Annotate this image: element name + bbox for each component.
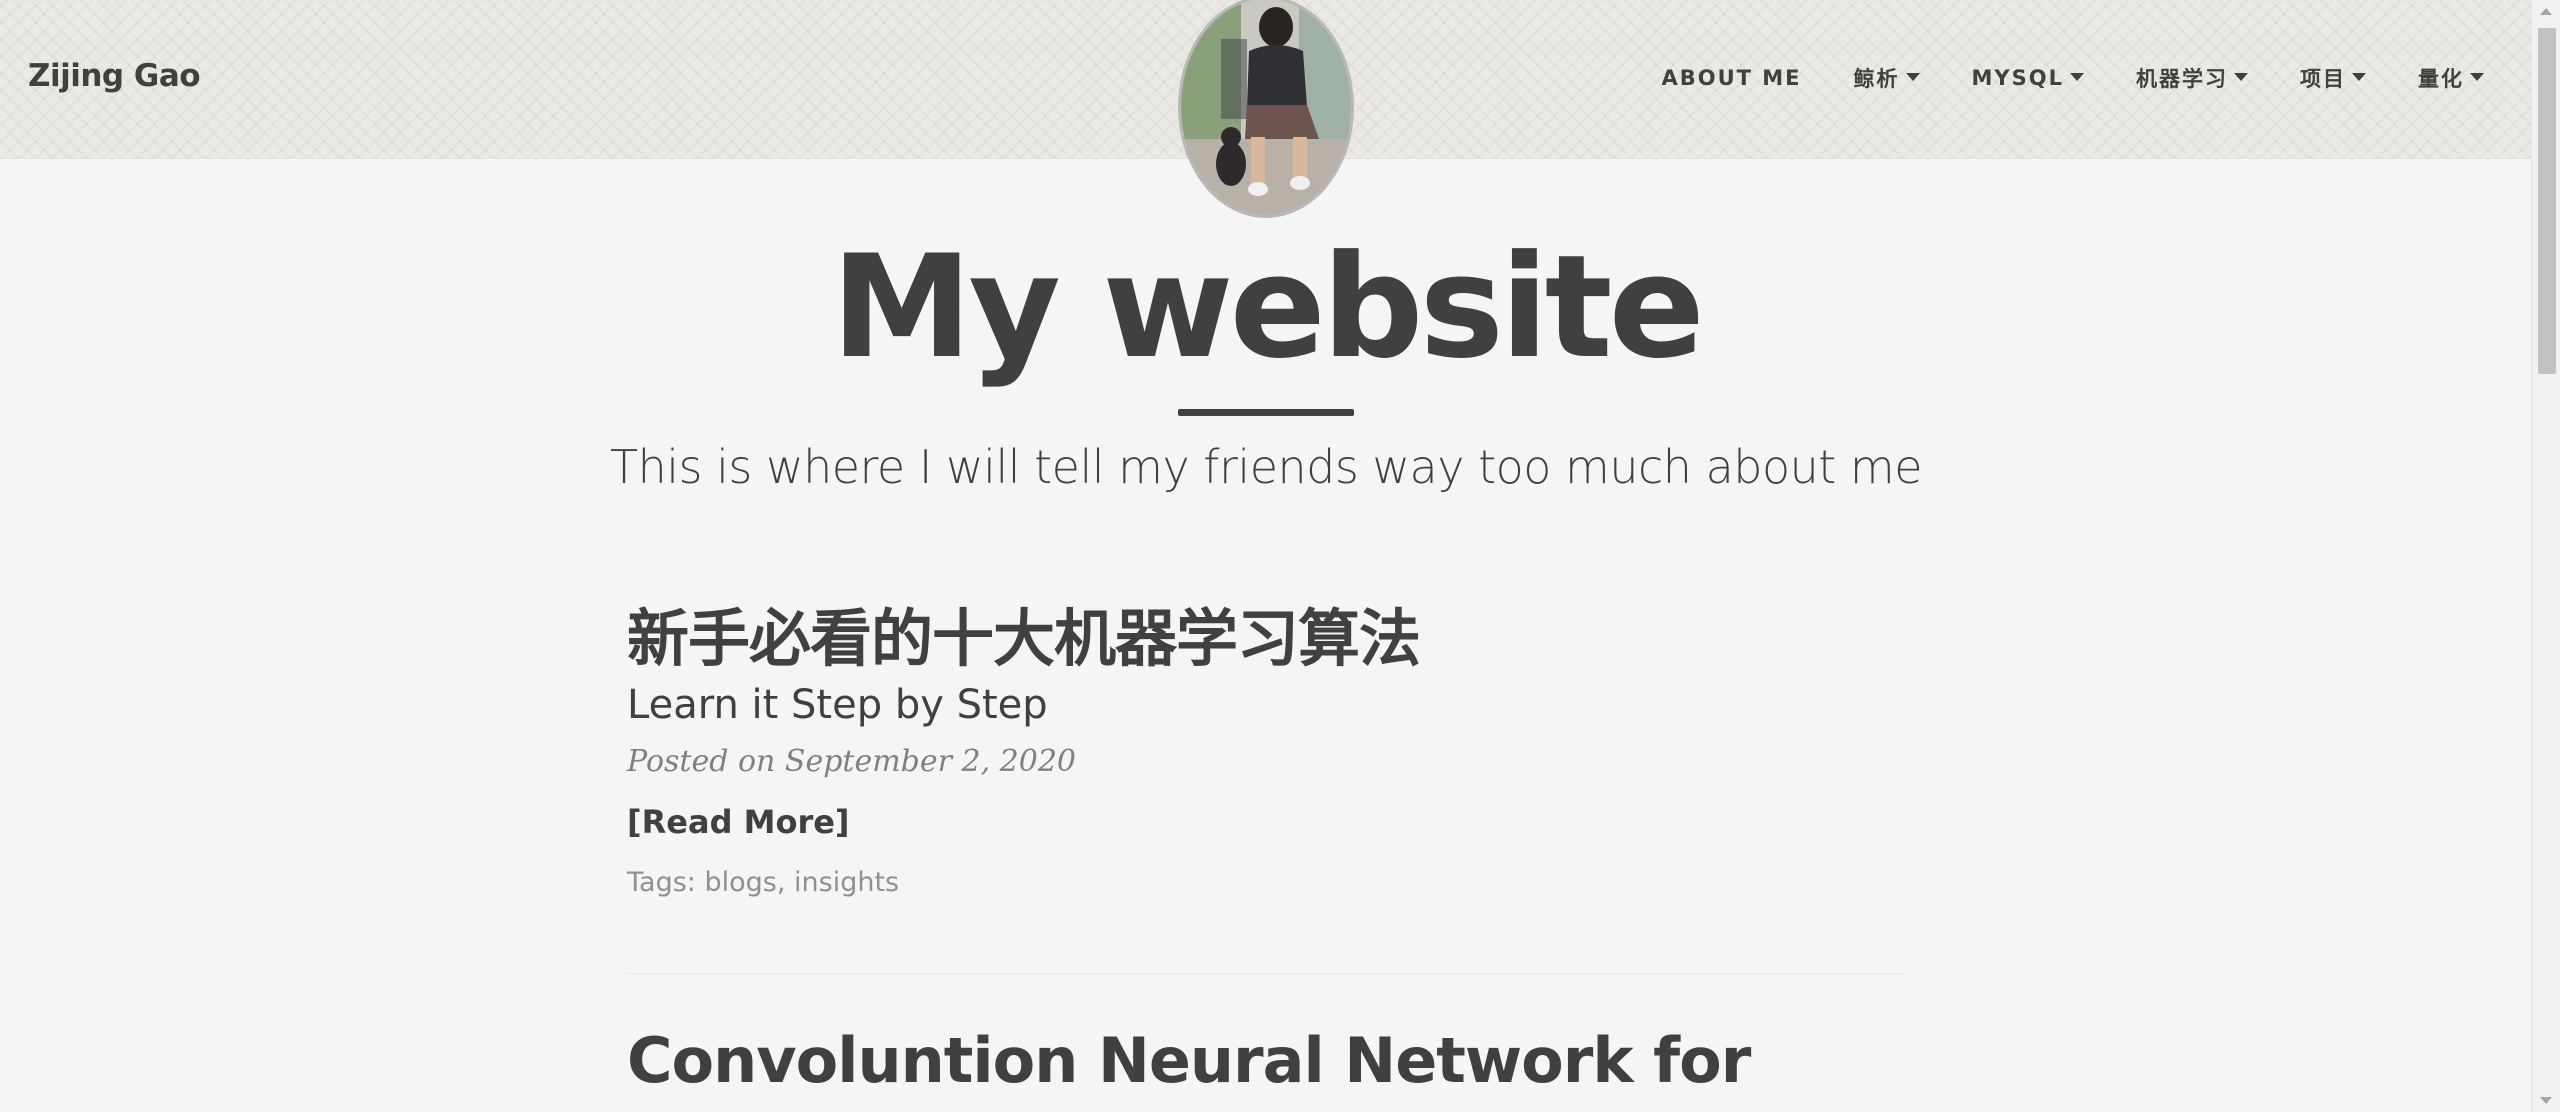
profile-photo: [1181, 0, 1351, 215]
post-subtitle[interactable]: Learn it Step by Step: [627, 682, 1420, 728]
nav-item-label: 机器学习: [2136, 67, 2228, 91]
page-title: My website: [831, 225, 1705, 390]
scroll-up-icon[interactable]: [2540, 8, 2552, 15]
tag-separator: ,: [776, 867, 786, 898]
tags-label: Tags:: [627, 867, 696, 898]
tag-link-blogs[interactable]: blogs: [704, 867, 776, 898]
avatar[interactable]: [1178, 0, 1354, 218]
nav-item-label: 量化: [2418, 67, 2464, 91]
nav-item-mysql[interactable]: MYSQL: [1972, 63, 2084, 93]
nav-item-jingxi[interactable]: 鲸析: [1854, 63, 1920, 93]
caret-down-icon: [2234, 72, 2248, 81]
brand-link[interactable]: Zijing Gao: [28, 58, 201, 94]
post-title[interactable]: 新手必看的十大机器学习算法: [627, 588, 1421, 678]
post-preview: 新手必看的十大机器学习算法 Learn it Step by Step Post…: [627, 588, 1421, 898]
caret-down-icon: [2352, 72, 2366, 81]
post-preview: Convoluntion Neural Network for: [627, 1024, 1751, 1097]
post-meta: Posted on September 2, 2020: [627, 744, 1077, 779]
caret-down-icon: [1905, 72, 1920, 81]
read-more-link[interactable]: [Read More]: [627, 803, 850, 841]
scrollbar-thumb[interactable]: [2538, 28, 2556, 374]
caret-down-icon: [2470, 72, 2484, 81]
nav-item-machine-learning[interactable]: 机器学习: [2136, 63, 2248, 93]
nav-item-label: 项目: [2300, 67, 2346, 91]
page-subtitle: This is where I will tell my friends way…: [609, 440, 1923, 494]
title-divider: [1178, 409, 1354, 416]
nav-item-label: 鲸析: [1853, 67, 1900, 91]
post-divider: [627, 973, 1905, 974]
vertical-scrollbar[interactable]: [2531, 0, 2560, 1112]
nav-item-projects[interactable]: 项目: [2300, 63, 2366, 93]
caret-down-icon: [2070, 72, 2084, 81]
tag-link-insights[interactable]: insights: [794, 867, 899, 898]
nav-item-about-me[interactable]: ABOUT ME: [1661, 63, 1801, 93]
post-title[interactable]: Convoluntion Neural Network for: [627, 1024, 1751, 1097]
nav-item-label: ABOUT ME: [1661, 66, 1802, 90]
scroll-down-icon[interactable]: [2540, 1097, 2552, 1104]
nav-item-label: MYSQL: [1971, 66, 2064, 90]
post-tags: Tags: blogs, insights: [627, 867, 1420, 898]
nav-links: ABOUT ME 鲸析 MYSQL 机器学习 项目 量化: [1609, 63, 2484, 93]
nav-item-quant[interactable]: 量化: [2418, 63, 2484, 93]
